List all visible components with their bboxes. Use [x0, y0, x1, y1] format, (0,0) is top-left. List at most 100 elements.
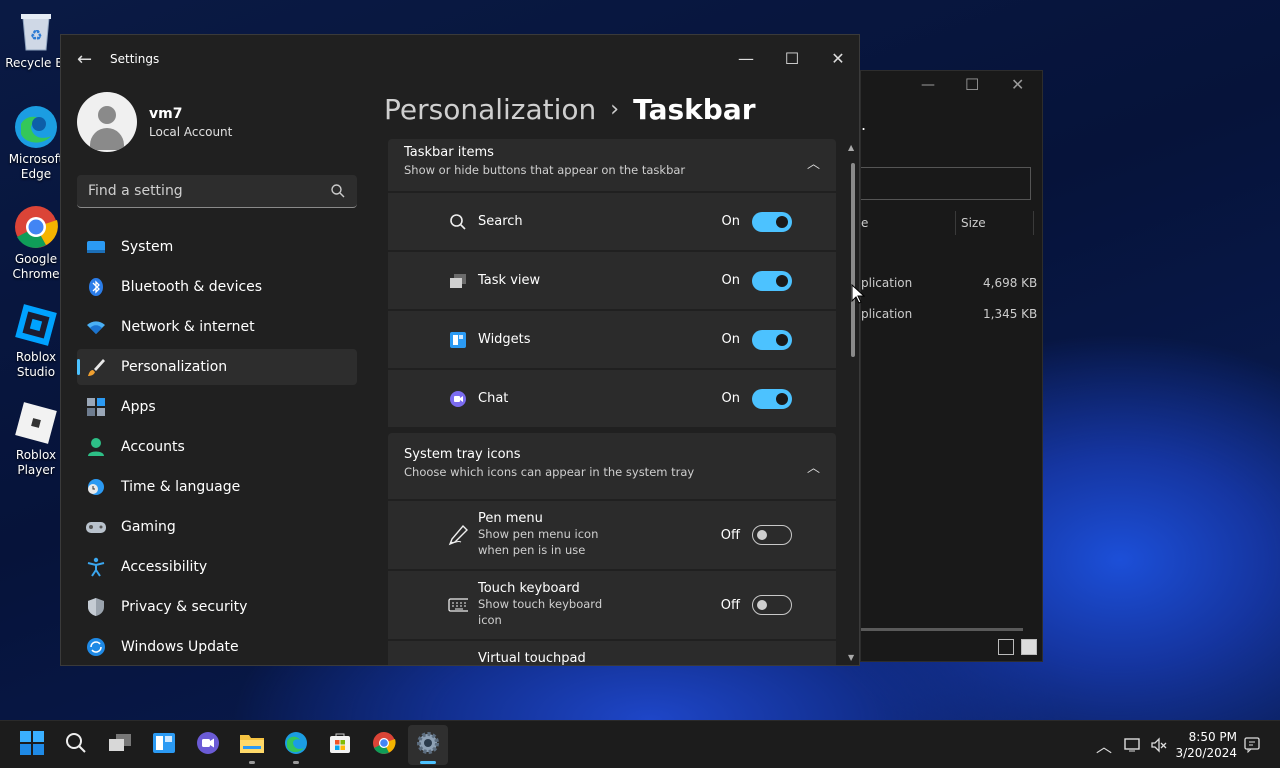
mouse-cursor-icon [851, 283, 866, 308]
vertical-scrollbar[interactable]: ▲ ▼ [848, 141, 856, 662]
sidebar-item-windows-update[interactable]: Windows Update [77, 629, 357, 665]
address-bar[interactable] [861, 167, 1031, 200]
breadcrumb-parent[interactable]: Personalization [384, 93, 596, 126]
search-input[interactable]: Find a setting [77, 175, 357, 208]
close-icon[interactable]: ✕ [1011, 75, 1024, 94]
column-header-size[interactable]: Size [961, 216, 986, 230]
edge-icon [284, 731, 308, 759]
taskbar-items-header[interactable]: Taskbar items Show or hide buttons that … [388, 139, 836, 191]
setting-row-chat: Chat On [388, 370, 836, 427]
back-arrow-icon[interactable]: ← [77, 49, 92, 70]
maximize-button[interactable]: ☐ [769, 43, 815, 73]
taskbar-store-button[interactable] [320, 725, 360, 765]
taskbar-chat-button[interactable] [188, 725, 228, 765]
setting-row-pen-menu: Pen menu Show pen menu icon when pen is … [388, 501, 836, 569]
sidebar-item-accessibility[interactable]: Accessibility [77, 549, 357, 585]
pen-icon [448, 524, 468, 546]
column-divider [955, 211, 956, 235]
chrome-icon [372, 731, 396, 759]
sidebar-item-personalization[interactable]: Personalization [77, 349, 357, 385]
pen-menu-toggle[interactable] [752, 525, 792, 545]
chat-icon [448, 389, 468, 409]
minimize-button[interactable]: — [723, 43, 769, 73]
shield-icon [85, 596, 107, 618]
settings-window: ← Settings — ☐ ✕ vm7 Local Account Find … [60, 34, 860, 666]
sidebar-item-accounts[interactable]: Accounts [77, 429, 357, 465]
time-language-icon [85, 476, 107, 498]
show-hidden-icons-button[interactable]: ︿ [1096, 721, 1112, 768]
system-tray-icons-header[interactable]: System tray icons Choose which icons can… [388, 433, 836, 499]
large-icons-view-icon[interactable] [1021, 639, 1037, 655]
chrome-icon [13, 204, 59, 250]
taskbar-task-view-button[interactable] [100, 725, 140, 765]
widgets-toggle[interactable] [752, 329, 792, 350]
notifications-button[interactable] [1244, 721, 1260, 768]
sidebar-item-time-language[interactable]: Time & language [77, 469, 357, 505]
file-explorer-window[interactable]: — ☐ ✕ . e Size plication 4,698 KB plicat… [860, 70, 1043, 662]
close-button[interactable]: ✕ [815, 43, 859, 73]
title-fragment: . [861, 115, 867, 134]
sidebar-item-gaming[interactable]: Gaming [77, 509, 357, 545]
file-explorer-icon [239, 732, 265, 758]
toggle-state-label: Off [720, 597, 740, 613]
task-view-toggle[interactable] [752, 270, 792, 291]
volume-muted-icon[interactable] [1150, 721, 1168, 768]
system-icon [85, 236, 107, 258]
taskbar-chrome-button[interactable] [364, 725, 404, 765]
setting-row-widgets: Widgets On [388, 311, 836, 368]
search-icon [65, 732, 87, 758]
profile[interactable]: vm7 Local Account [77, 92, 232, 152]
search-icon [448, 212, 468, 232]
accounts-icon [85, 436, 107, 458]
accessibility-icon [85, 556, 107, 578]
running-indicator [420, 761, 436, 764]
search-toggle[interactable] [752, 211, 792, 232]
clock[interactable]: 8:50 PM 3/20/2024 [1175, 729, 1237, 761]
chat-toggle[interactable] [752, 388, 792, 409]
details-view-icon[interactable] [998, 639, 1014, 655]
network-tray-icon[interactable] [1124, 721, 1142, 768]
touch-keyboard-toggle[interactable] [752, 595, 792, 615]
scroll-down-icon[interactable]: ▼ [848, 653, 854, 662]
sidebar-item-network[interactable]: Network & internet [77, 309, 357, 345]
start-icon [20, 731, 44, 759]
close-icon: ✕ [831, 48, 845, 68]
task-view-icon [448, 271, 468, 291]
maximize-icon[interactable]: ☐ [965, 75, 979, 94]
minimize-icon[interactable]: — [921, 77, 935, 93]
setting-row-task-view: Task view On [388, 252, 836, 309]
roblox-player-icon [13, 400, 59, 446]
sidebar-item-apps[interactable]: Apps [77, 389, 357, 425]
svg-text:♻: ♻ [30, 28, 43, 44]
file-type: plication [861, 307, 913, 321]
chevron-up-icon: ︿ [806, 157, 820, 172]
taskbar-file-explorer-button[interactable] [232, 725, 272, 765]
horizontal-scrollbar[interactable] [861, 628, 1023, 631]
taskbar-search-button[interactable] [56, 725, 96, 765]
taskbar-settings-button[interactable] [408, 725, 448, 765]
toggle-state-label: On [721, 214, 740, 229]
running-indicator [249, 761, 255, 764]
maximize-icon: ☐ [784, 48, 800, 68]
column-header-type[interactable]: e [861, 216, 868, 230]
taskbar-widgets-button[interactable] [144, 725, 184, 765]
brush-icon [85, 356, 107, 378]
store-icon [328, 731, 352, 759]
taskbar-edge-button[interactable] [276, 725, 316, 765]
sidebar-item-bluetooth[interactable]: Bluetooth & devices [77, 269, 357, 305]
start-button[interactable] [12, 725, 52, 765]
sidebar-item-privacy[interactable]: Privacy & security [77, 589, 357, 625]
setting-row-touch-keyboard: Touch keyboard Show touch keyboard icon … [388, 571, 836, 639]
bluetooth-icon [85, 276, 107, 298]
app-title: Settings [110, 52, 160, 66]
file-type: plication [861, 276, 913, 290]
scroll-up-icon[interactable]: ▲ [848, 143, 854, 152]
profile-name: vm7 [149, 105, 183, 122]
column-divider [1033, 211, 1034, 235]
sidebar-item-system[interactable]: System [77, 229, 357, 265]
clock-date: 3/20/2024 [1175, 746, 1237, 760]
widgets-icon [152, 732, 176, 758]
running-indicator [293, 761, 299, 764]
scrollbar-thumb[interactable] [851, 163, 855, 357]
keyboard-icon [448, 595, 468, 615]
